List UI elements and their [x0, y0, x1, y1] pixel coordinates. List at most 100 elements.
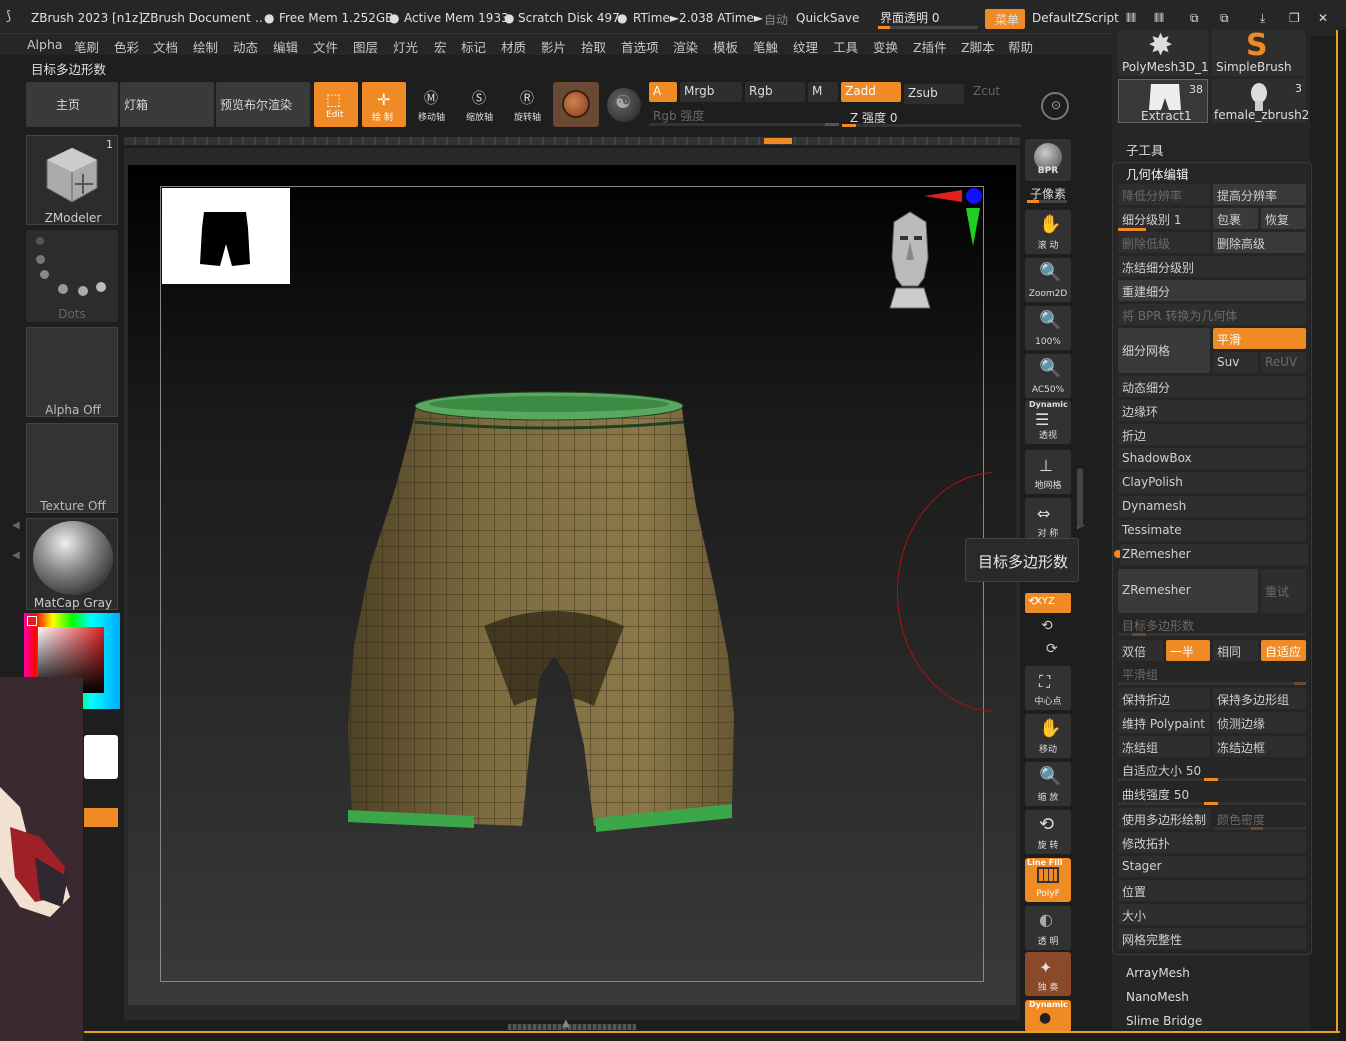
- left-scroll-arrow2-icon[interactable]: ◀: [12, 550, 20, 561]
- target-poly-slider[interactable]: 目标多边形数: [1118, 614, 1306, 636]
- minimize-icon[interactable]: ⤓: [1260, 11, 1265, 26]
- move-button[interactable]: ✋ 移动: [1025, 714, 1071, 758]
- slime-bridge-header[interactable]: Slime Bridge: [1126, 1014, 1202, 1028]
- z-intensity-slider[interactable]: Z 强度 0: [842, 107, 1022, 127]
- material-tile[interactable]: MatCap Gray: [26, 518, 118, 610]
- menu-item[interactable]: 文档: [153, 37, 178, 56]
- dynamesh-header[interactable]: Dynamesh: [1118, 496, 1306, 517]
- menu-item[interactable]: 灯光: [393, 37, 418, 56]
- gizmo-icon[interactable]: ⊙: [1041, 92, 1069, 120]
- subtool-header[interactable]: 子工具: [1126, 140, 1164, 159]
- preview-bpr-button[interactable]: 预览布尔渲染: [216, 82, 310, 127]
- tool-thumb[interactable]: 38 Extract1: [1118, 79, 1208, 123]
- zremesher-header[interactable]: ZRemesher: [1120, 544, 1308, 565]
- menu-item[interactable]: 纹理: [793, 37, 818, 56]
- alpha-tile[interactable]: Alpha Off: [26, 327, 118, 417]
- nanomesh-header[interactable]: NanoMesh: [1126, 990, 1189, 1004]
- window-icon[interactable]: ⧉: [1190, 11, 1199, 26]
- floor-button[interactable]: ⊥ 地网格: [1025, 450, 1071, 494]
- keep-polypaint-toggle[interactable]: 维持 Polypaint: [1118, 712, 1210, 733]
- a-toggle[interactable]: A: [649, 82, 677, 102]
- ac50-button[interactable]: 🔍 AC50%: [1025, 354, 1071, 398]
- layout2-icon[interactable]: ⫴⫴: [1154, 11, 1164, 26]
- edge-loop-header[interactable]: 边缘环: [1118, 400, 1306, 421]
- sdiv-slider[interactable]: 细分级别 1: [1118, 208, 1210, 231]
- solo-button[interactable]: ✦ 独 奏: [1025, 952, 1071, 996]
- symmetry-button[interactable]: ⇔ 对 称: [1025, 498, 1071, 542]
- menu-item[interactable]: Z脚本: [961, 37, 995, 56]
- curve-strength-slider[interactable]: 曲线强度 50: [1118, 783, 1306, 805]
- freeze-groups-toggle[interactable]: 冻结组: [1118, 736, 1210, 757]
- position-header[interactable]: 位置: [1118, 880, 1306, 901]
- close-icon[interactable]: ✕: [1318, 11, 1328, 25]
- menu-item[interactable]: 编辑: [273, 37, 298, 56]
- divide-button[interactable]: 细分网格: [1118, 328, 1210, 373]
- secondary-color-swatch[interactable]: [84, 735, 118, 779]
- lower-res-button[interactable]: 降低分辨率: [1118, 184, 1210, 205]
- rotate-button[interactable]: ⟲ 旋 转: [1025, 810, 1071, 854]
- gradient-swatch[interactable]: ☯: [607, 88, 641, 122]
- shorts-mesh[interactable]: [334, 386, 774, 846]
- menu-item[interactable]: 笔触: [753, 37, 778, 56]
- menu-item[interactable]: 影片: [541, 37, 566, 56]
- move-axis-button[interactable]: Ⓜ 移动轴: [412, 82, 454, 127]
- layout-icon[interactable]: ⫴⫴: [1126, 11, 1136, 26]
- polyframe-button[interactable]: Line Fill PolyF: [1025, 858, 1071, 902]
- menu-item[interactable]: 帮助: [1008, 37, 1033, 56]
- top-ruler[interactable]: [124, 137, 1020, 145]
- scale-axis-button[interactable]: Ⓢ 缩放轴: [460, 82, 502, 127]
- freeze-border-toggle[interactable]: 冻结边框: [1213, 736, 1306, 757]
- smooth-toggle[interactable]: 平滑: [1213, 328, 1306, 349]
- document-canvas[interactable]: ▲: [124, 148, 1020, 1030]
- zcut-toggle[interactable]: Zcut: [967, 82, 1017, 102]
- menu-item[interactable]: 材质: [501, 37, 526, 56]
- crease-header[interactable]: 折边: [1118, 424, 1306, 445]
- bpr-button[interactable]: BPR: [1025, 139, 1071, 181]
- zremesher-button[interactable]: ZRemesher: [1118, 569, 1258, 613]
- transparency-button[interactable]: ◐ 透 明: [1025, 906, 1071, 950]
- perspective-button[interactable]: Dynamic ☰ 透视: [1025, 400, 1071, 444]
- menu-item[interactable]: 文件: [313, 37, 338, 56]
- smooth-groups-slider[interactable]: 平滑组: [1118, 663, 1306, 685]
- menu-item[interactable]: 笔刷: [74, 37, 99, 56]
- center-button[interactable]: ⛶ 中心点: [1025, 666, 1071, 710]
- bpr-to-geo-button[interactable]: 将 BPR 转换为几何体: [1118, 304, 1306, 325]
- bottom-scroll-handle[interactable]: [508, 1024, 636, 1030]
- rotate-z-icon[interactable]: ⟳: [1046, 641, 1058, 657]
- scroll-button[interactable]: ✋ 滚 动: [1025, 210, 1071, 254]
- menu-item[interactable]: 工具: [833, 37, 858, 56]
- zoom2d-button[interactable]: 🔍 Zoom2D: [1025, 258, 1071, 302]
- zoom100-button[interactable]: 🔍 100%: [1025, 306, 1071, 350]
- detect-edges-toggle[interactable]: 侦测边缘: [1213, 712, 1306, 733]
- menu-item[interactable]: Z插件: [913, 37, 947, 56]
- tool-thumb[interactable]: S SimpleBrush: [1212, 28, 1306, 76]
- ruler-marker[interactable]: [764, 138, 792, 144]
- menu-item[interactable]: 变换: [873, 37, 898, 56]
- menu-item[interactable]: 标记: [461, 37, 486, 56]
- menu-item[interactable]: 绘制: [193, 37, 218, 56]
- lightbox-button[interactable]: 灯箱: [120, 82, 214, 127]
- use-polypaint-toggle[interactable]: 使用多边形绘制: [1118, 808, 1210, 829]
- stroke-tile[interactable]: Dots: [26, 230, 118, 322]
- keep-creases-toggle[interactable]: 保持折边: [1118, 688, 1210, 709]
- half-toggle[interactable]: 一半: [1166, 640, 1210, 661]
- home-button[interactable]: 主页: [26, 82, 118, 127]
- window2-icon[interactable]: ⧉: [1220, 11, 1229, 26]
- m-toggle[interactable]: M: [808, 82, 838, 102]
- menu-item[interactable]: 渲染: [673, 37, 698, 56]
- restore-button[interactable]: 恢复: [1261, 208, 1306, 229]
- retry-button[interactable]: 重试: [1261, 569, 1306, 613]
- shelf-orange-bar[interactable]: [84, 808, 118, 827]
- draw-button[interactable]: ✛ 绘 制: [362, 82, 406, 127]
- quicksave-button[interactable]: QuickSave: [796, 11, 859, 25]
- dynamic-button[interactable]: Dynamic ●: [1025, 1000, 1071, 1032]
- menu-item[interactable]: 图层: [353, 37, 378, 56]
- material-swatch[interactable]: [553, 82, 599, 127]
- rgb-intensity-slider[interactable]: Rgb 强度: [649, 105, 839, 126]
- axis-gizmo-icon[interactable]: [920, 184, 990, 250]
- zadd-toggle[interactable]: Zadd: [841, 82, 901, 102]
- tool-thumb[interactable]: 3 female_zbrush2: [1212, 79, 1309, 123]
- delete-lower-button[interactable]: 删除低级: [1118, 232, 1210, 253]
- mrgb-toggle[interactable]: Mrgb: [680, 82, 742, 102]
- claypolish-header[interactable]: ClayPolish: [1118, 472, 1306, 493]
